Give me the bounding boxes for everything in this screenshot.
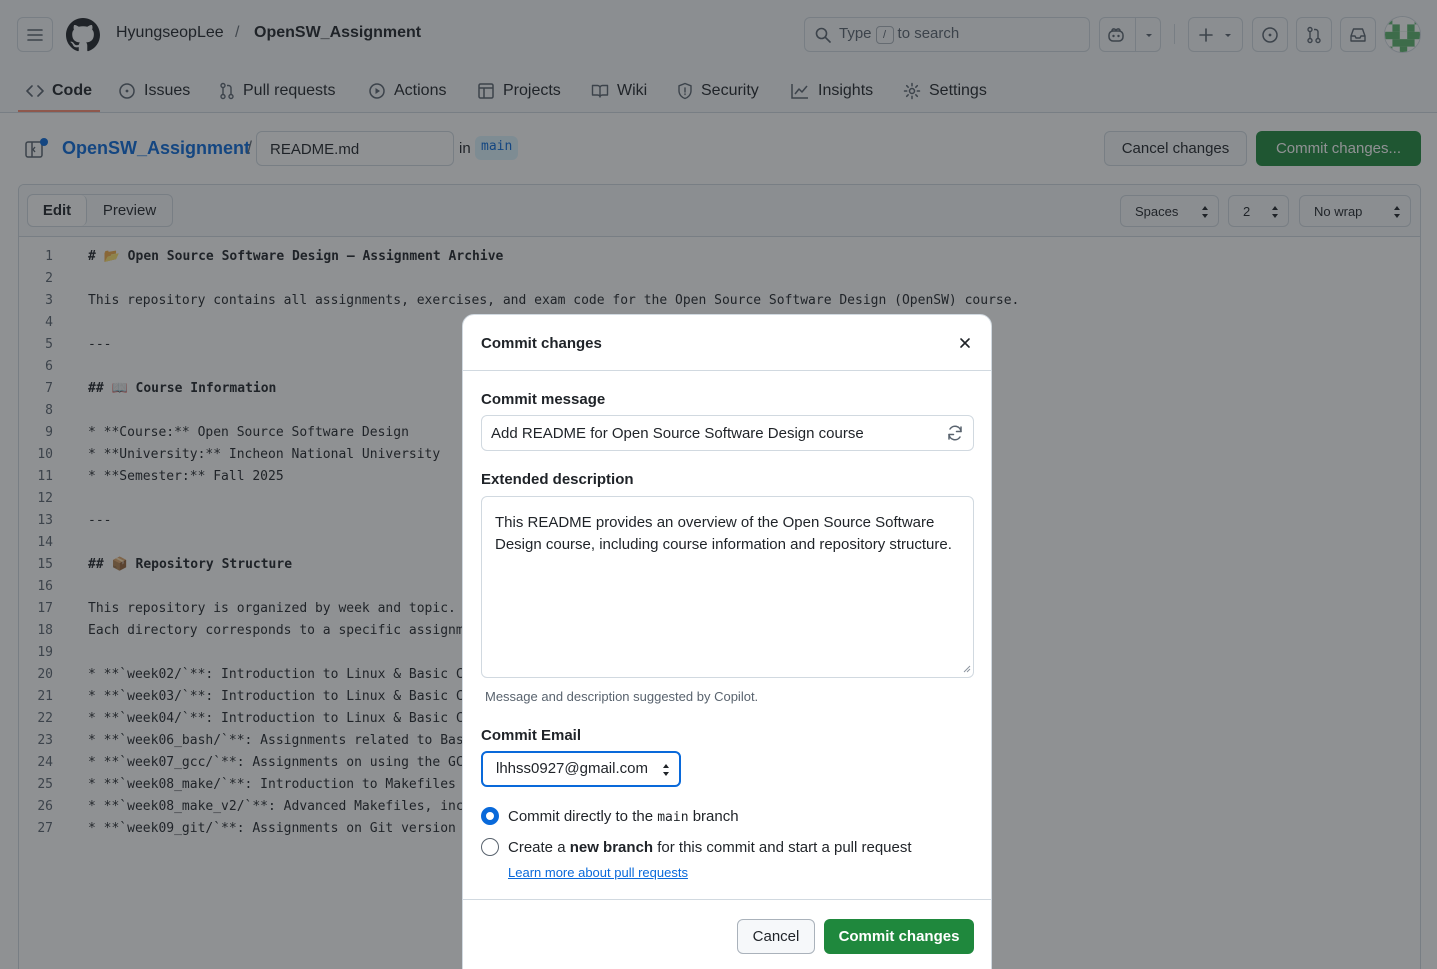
create-branch-bold: new branch xyxy=(569,839,654,856)
learn-more-link[interactable]: Learn more about pull requests xyxy=(508,865,688,880)
cancel-button[interactable]: Cancel xyxy=(737,919,815,954)
dialog-footer-divider xyxy=(463,899,991,900)
commit-directly-branch: main xyxy=(657,810,689,825)
commit-directly-label[interactable]: Commit directly to the main branch xyxy=(508,808,739,825)
close-icon[interactable] xyxy=(957,335,973,351)
create-branch-radio[interactable] xyxy=(481,838,499,856)
commit-directly-radio[interactable] xyxy=(481,807,499,825)
extended-description-textarea[interactable]: This README provides an overview of the … xyxy=(481,496,974,678)
commit-directly-suffix: branch xyxy=(692,808,739,825)
dialog-header: Commit changes xyxy=(463,315,991,371)
regenerate-icon[interactable] xyxy=(946,424,964,442)
copilot-suggestion-hint: Message and description suggested by Cop… xyxy=(485,689,759,704)
dialog-title: Commit changes xyxy=(481,335,602,352)
resize-handle-icon[interactable] xyxy=(963,665,971,673)
create-branch-prefix: Create a xyxy=(508,839,566,856)
commit-email-select[interactable]: lhhss0927@gmail.com xyxy=(481,751,681,787)
commit-message-label: Commit message xyxy=(481,391,606,408)
extended-description-label: Extended description xyxy=(481,471,634,488)
create-branch-suffix: for this commit and start a pull request xyxy=(657,839,912,856)
commit-email-value: lhhss0927@gmail.com xyxy=(496,760,648,777)
create-branch-label[interactable]: Create a new branch for this commit and … xyxy=(508,839,912,856)
commit-message-input[interactable]: Add README for Open Source Software Desi… xyxy=(481,415,974,451)
commit-email-label: Commit Email xyxy=(481,727,582,744)
select-arrows-icon xyxy=(663,764,669,776)
commit-directly-prefix: Commit directly to the xyxy=(508,808,654,825)
commit-changes-button[interactable]: Commit changes xyxy=(824,919,974,954)
commit-dialog: Commit changes Commit message Add README… xyxy=(462,314,992,969)
